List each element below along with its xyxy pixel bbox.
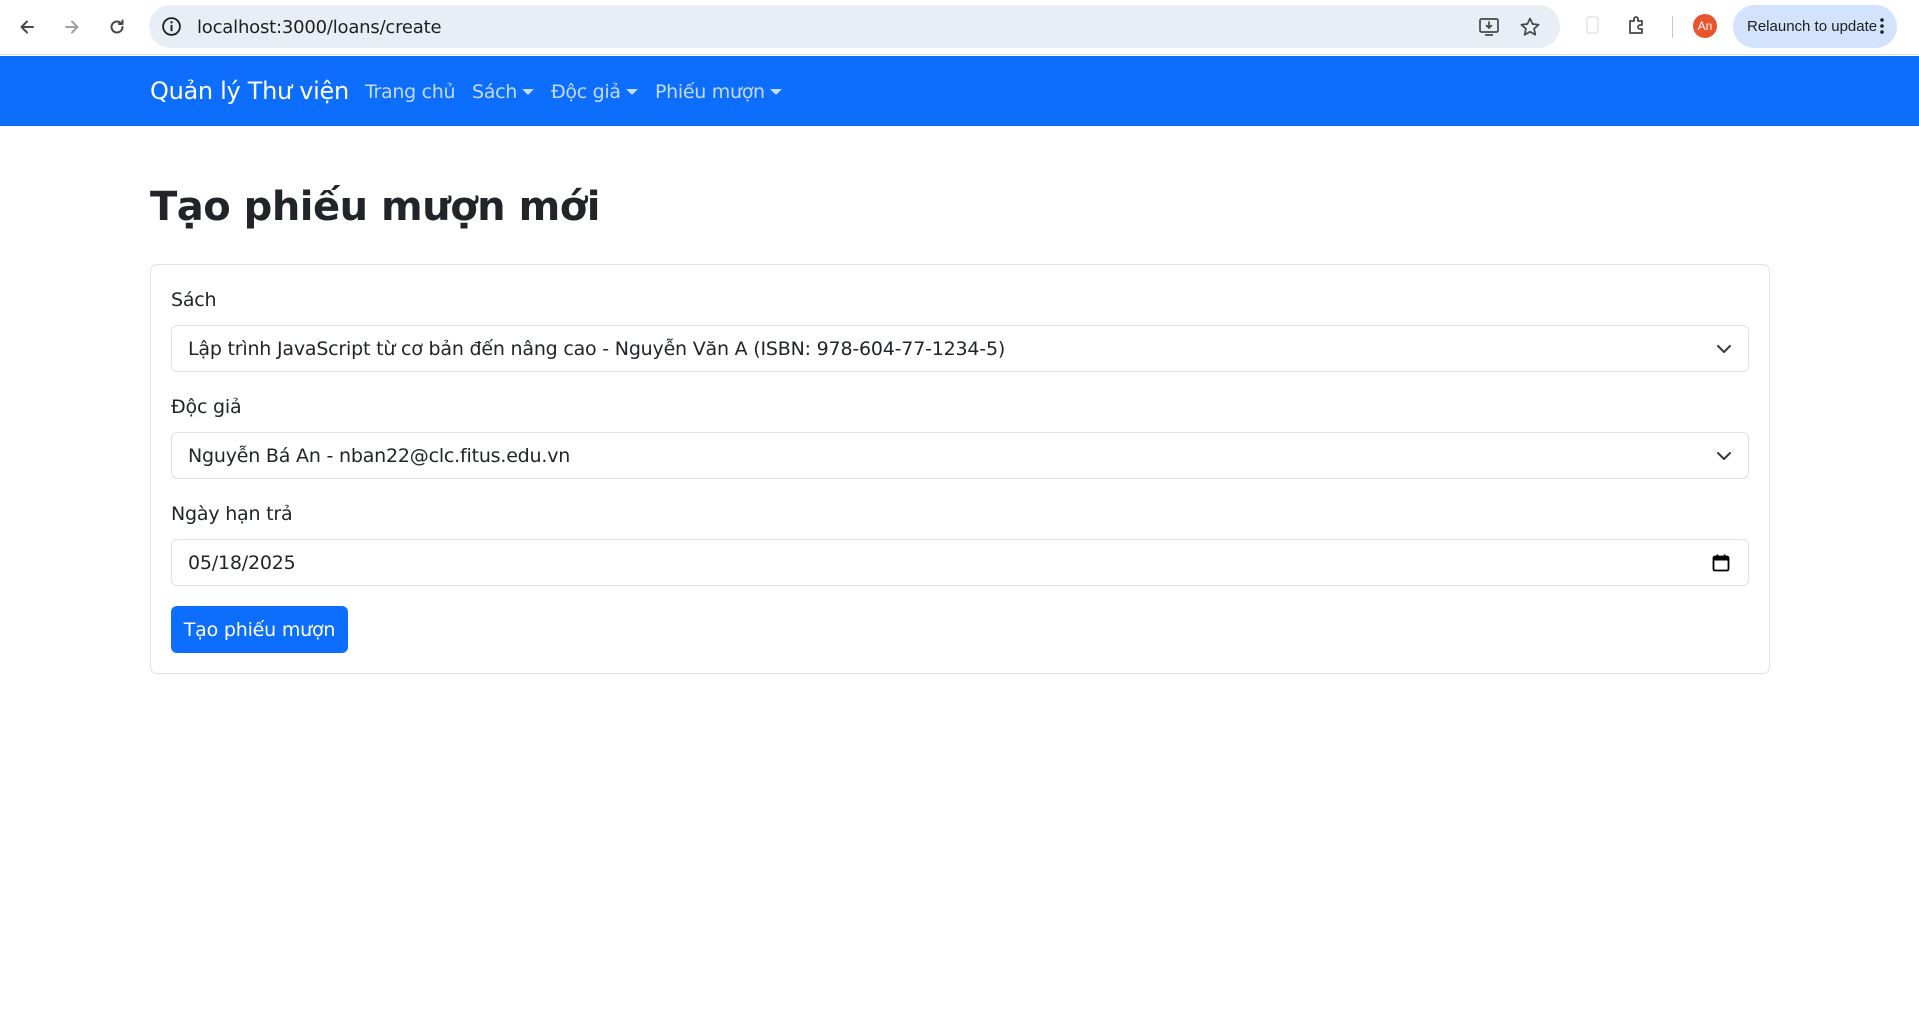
app-navbar: Quản lý Thư viện Trang chủ Sách Độc giả … bbox=[0, 56, 1919, 126]
reader-select-value: Nguyễn Bá An - nban22@clc.fitus.edu.vn bbox=[188, 444, 571, 467]
site-info-icon[interactable] bbox=[161, 16, 182, 37]
nav-link-label: Độc giả bbox=[551, 81, 621, 103]
nav-dropdown-books[interactable]: Sách bbox=[472, 81, 534, 103]
arrow-right-icon bbox=[65, 20, 79, 34]
relaunch-label: Relaunch to update bbox=[1747, 18, 1878, 35]
install-app-icon[interactable] bbox=[1478, 16, 1500, 38]
nav-dropdown-readers[interactable]: Độc giả bbox=[551, 81, 638, 103]
caret-down-icon bbox=[625, 89, 638, 95]
extensions-puzzle-icon[interactable] bbox=[1625, 13, 1649, 37]
page-title: Tạo phiếu mượn mới bbox=[150, 184, 600, 230]
reload-button[interactable] bbox=[101, 11, 133, 43]
navbar-brand[interactable]: Quản lý Thư viện bbox=[150, 77, 349, 105]
url-text[interactable]: localhost:3000/loans/create bbox=[197, 17, 442, 38]
due-date-value: 05/18/2025 bbox=[188, 551, 296, 574]
side-panel-icon[interactable] bbox=[1581, 13, 1605, 37]
reader-label: Độc giả bbox=[171, 396, 242, 418]
profile-avatar[interactable]: An bbox=[1693, 14, 1717, 38]
book-label: Sách bbox=[171, 289, 217, 311]
browser-toolbar: localhost:3000/loans/create An Relaunch … bbox=[0, 0, 1919, 55]
bookmark-star-icon[interactable] bbox=[1519, 16, 1541, 38]
address-bar[interactable]: localhost:3000/loans/create bbox=[149, 5, 1560, 48]
create-loan-button[interactable]: Tạo phiếu mượn bbox=[171, 606, 348, 653]
back-button[interactable] bbox=[11, 11, 43, 43]
chevron-down-icon bbox=[1717, 452, 1731, 460]
nav-dropdown-loans[interactable]: Phiếu mượn bbox=[655, 81, 782, 103]
book-select[interactable]: Lập trình JavaScript từ cơ bản đến nâng … bbox=[171, 325, 1749, 372]
due-date-input[interactable]: 05/18/2025 bbox=[171, 539, 1749, 586]
forward-button[interactable] bbox=[56, 11, 88, 43]
due-date-label: Ngày hạn trả bbox=[171, 503, 293, 525]
book-select-value: Lập trình JavaScript từ cơ bản đến nâng … bbox=[188, 337, 1006, 360]
caret-down-icon bbox=[769, 89, 782, 95]
arrow-left-icon bbox=[20, 20, 34, 34]
nav-link-label: Sách bbox=[472, 81, 517, 103]
chevron-down-icon bbox=[1717, 345, 1731, 353]
relaunch-button[interactable]: Relaunch to update bbox=[1733, 5, 1897, 48]
toolbar-divider bbox=[1672, 16, 1673, 38]
nav-link-home[interactable]: Trang chủ bbox=[365, 81, 456, 103]
reader-select[interactable]: Nguyễn Bá An - nban22@clc.fitus.edu.vn bbox=[171, 432, 1749, 479]
reload-icon bbox=[110, 19, 124, 34]
nav-link-label: Trang chủ bbox=[365, 81, 456, 103]
more-vertical-icon bbox=[1880, 18, 1884, 34]
calendar-icon[interactable] bbox=[1711, 553, 1731, 573]
caret-down-icon bbox=[522, 89, 534, 95]
nav-link-label: Phiếu mượn bbox=[655, 81, 765, 103]
